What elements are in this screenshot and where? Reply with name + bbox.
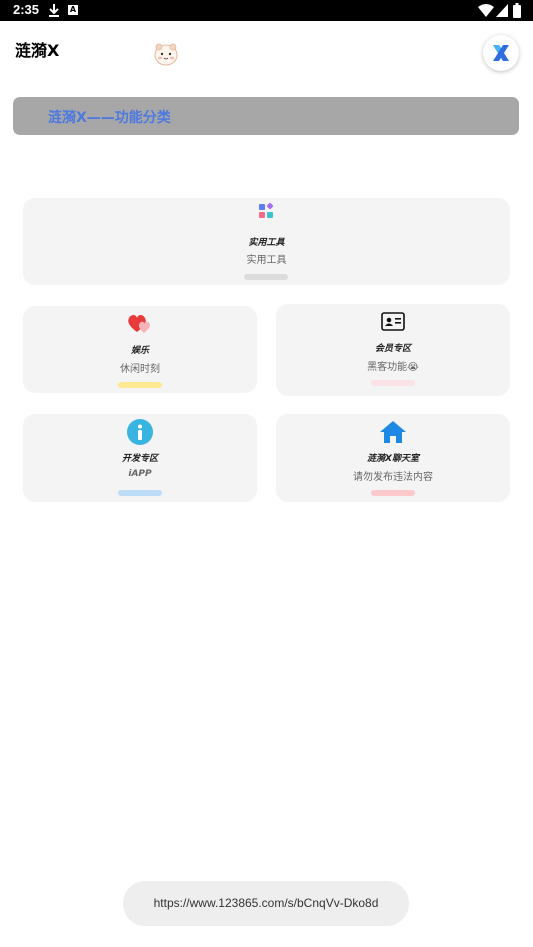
card-subtitle: 休闲时刻 xyxy=(120,364,160,375)
card-vip-zone[interactable]: 会员专区 黑客功能😭 xyxy=(276,304,510,396)
id-card-icon xyxy=(381,312,405,331)
card-title: 会员专区 xyxy=(374,344,411,354)
card-title: 实用工具 xyxy=(248,238,285,248)
card-utility-tools[interactable]: 实用工具 实用工具 xyxy=(23,198,510,285)
signal-icon xyxy=(496,4,508,17)
url-toast: https://www.123865.com/s/bCnqVv-Dko8d xyxy=(123,881,409,926)
card-subtitle: 请勿发布违法内容 xyxy=(353,472,433,483)
card-dev-zone[interactable]: 开发专区 iAPP xyxy=(23,414,257,502)
card-accent-bar xyxy=(244,274,288,280)
apps-icon xyxy=(259,202,274,218)
card-subtitle: 实用工具 xyxy=(246,255,287,266)
category-banner: 涟漪X——功能分类 xyxy=(13,97,519,135)
card-subtitle: iAPP xyxy=(128,469,152,479)
wifi-icon xyxy=(478,4,494,17)
download-icon xyxy=(49,4,59,17)
card-subtitle: 黑客功能😭 xyxy=(367,362,419,373)
card-title: 开发专区 xyxy=(121,454,158,464)
card-accent-bar xyxy=(118,490,162,496)
banner-title: 涟漪X——功能分类 xyxy=(48,110,171,126)
card-accent-bar xyxy=(371,380,415,386)
card-entertainment[interactable]: 娱乐 休闲时刻 xyxy=(23,306,257,393)
status-time: 2:35 xyxy=(13,2,40,17)
x-logo-icon xyxy=(493,45,509,61)
card-accent-bar xyxy=(371,490,415,496)
card-title: 涟漪X聊天室 xyxy=(367,454,419,464)
card-accent-bar xyxy=(118,382,162,388)
card-chatroom[interactable]: 涟漪X聊天室 请勿发布违法内容 xyxy=(276,414,510,502)
info-icon xyxy=(127,419,153,445)
card-title: 娱乐 xyxy=(130,346,149,356)
battery-icon xyxy=(513,3,521,18)
hamster-sticker-icon xyxy=(154,43,178,66)
status-bar: 2:35 A xyxy=(0,0,533,21)
url-toast-text: https://www.123865.com/s/bCnqVv-Dko8d xyxy=(153,896,379,910)
a-notification-icon: A xyxy=(68,5,78,15)
x-logo-button[interactable] xyxy=(483,35,519,71)
app-title: 涟漪X xyxy=(15,41,60,60)
home-icon xyxy=(380,421,406,443)
hearts-icon xyxy=(128,315,150,333)
